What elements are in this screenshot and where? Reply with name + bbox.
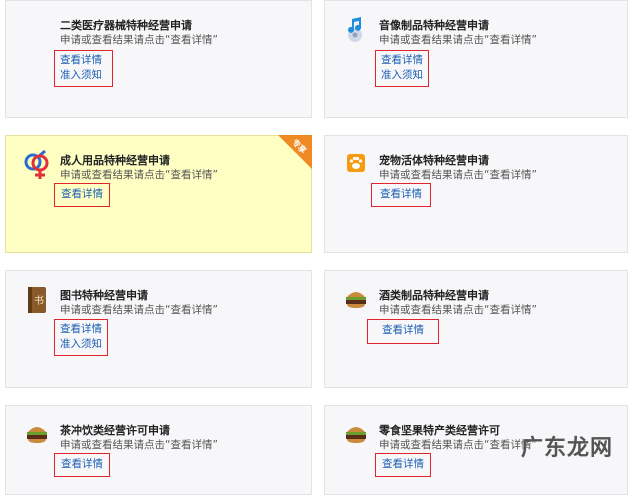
card-links: 查看详情 — [54, 183, 110, 207]
view-details-link[interactable]: 查看详情 — [380, 187, 422, 202]
view-details-link[interactable]: 查看详情 — [60, 322, 102, 337]
card-books: 书 图书特种经营申请 申请或查看结果请点击“查看详情” 查看详情 准入须知 — [5, 270, 312, 388]
card-title: 二类医疗器械特种经营申请 — [60, 19, 192, 32]
access-notice-link[interactable]: 准入须知 — [60, 337, 102, 352]
card-links: 查看详情 — [54, 453, 110, 477]
view-details-link[interactable]: 查看详情 — [61, 187, 103, 202]
card-links: 查看详情 准入须知 — [375, 50, 429, 87]
book-icon: 书 — [28, 287, 46, 313]
view-details-link[interactable]: 查看详情 — [61, 457, 103, 472]
card-title: 成人用品特种经营申请 — [60, 154, 170, 167]
card-liquor: 酒类制品特种经营申请 申请或查看结果请点击“查看详情” 查看详情 — [324, 270, 628, 388]
view-details-link[interactable]: 查看详情 — [60, 53, 102, 68]
watermark-logo: 广东龙网 — [520, 436, 613, 461]
card-medical-device: 二类医疗器械特种经营申请 申请或查看结果请点击“查看详情” 查看详情 准入须知 — [5, 0, 312, 118]
card-links: 查看详情 准入须知 — [54, 50, 113, 87]
card-title: 图书特种经营申请 — [60, 289, 148, 302]
card-description: 申请或查看结果请点击“查看详情” — [60, 169, 218, 181]
card-title: 宠物活体特种经营申请 — [379, 154, 489, 167]
card-audio-video: 音像制品特种经营申请 申请或查看结果请点击“查看详情” 查看详情 准入须知 — [324, 0, 628, 118]
card-description: 申请或查看结果请点击“查看详情” — [379, 304, 537, 316]
card-title: 音像制品特种经营申请 — [379, 19, 489, 32]
view-details-link[interactable]: 查看详情 — [382, 323, 424, 338]
svg-text:书: 书 — [34, 295, 44, 307]
card-description: 申请或查看结果请点击“查看详情” — [379, 169, 537, 181]
card-tea-drinks: 茶冲饮类经营许可申请 申请或查看结果请点击“查看详情” 查看详情 — [5, 405, 312, 495]
card-links: 查看详情 — [375, 453, 431, 477]
exclusive-badge: 专享 — [278, 135, 312, 169]
card-description: 申请或查看结果请点击“查看详情” — [379, 34, 537, 46]
access-notice-link[interactable]: 准入须知 — [381, 68, 423, 83]
card-description: 申请或查看结果请点击“查看详情” — [60, 439, 218, 451]
paw-icon — [347, 154, 365, 172]
card-description: 申请或查看结果请点击“查看详情” — [60, 304, 218, 316]
card-title: 茶冲饮类经营许可申请 — [60, 424, 170, 437]
view-details-link[interactable]: 查看详情 — [382, 457, 424, 472]
burger-icon — [345, 289, 367, 309]
card-links: 查看详情 — [367, 319, 439, 344]
card-description: 申请或查看结果请点击“查看详情” — [60, 34, 218, 46]
music-note-icon — [341, 15, 369, 43]
card-title: 零食坚果特产类经营许可 — [379, 424, 500, 437]
access-notice-link[interactable]: 准入须知 — [60, 68, 102, 83]
gender-symbol-icon — [22, 149, 50, 179]
burger-icon — [345, 424, 367, 444]
card-adult-products: 专享 成人用品特种经营申请 申请或查看结果请点击“查看详情” 查看详情 — [5, 135, 312, 253]
card-title: 酒类制品特种经营申请 — [379, 289, 489, 302]
card-links: 查看详情 准入须知 — [54, 319, 108, 356]
view-details-link[interactable]: 查看详情 — [381, 53, 423, 68]
card-live-pets: 宠物活体特种经营申请 申请或查看结果请点击“查看详情” 查看详情 — [324, 135, 628, 253]
card-description: 申请或查看结果请点击“查看详情” — [379, 439, 537, 451]
burger-icon — [26, 424, 48, 444]
card-links: 查看详情 — [371, 183, 431, 207]
